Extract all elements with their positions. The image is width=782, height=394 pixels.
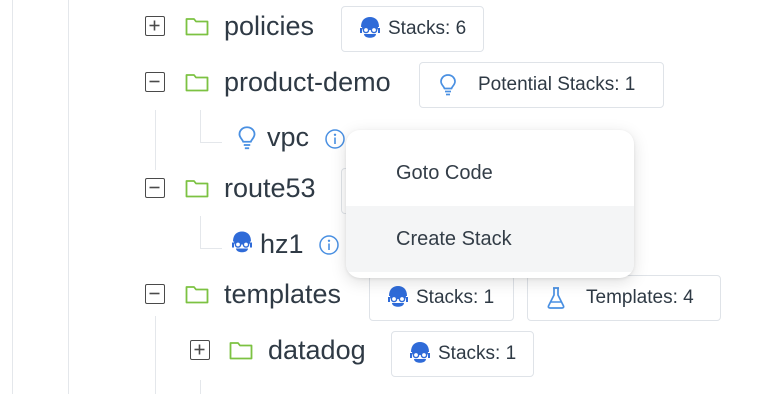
tree-guide-line [12, 0, 13, 394]
folder-icon [185, 286, 209, 304]
tree-guide-line [155, 110, 156, 170]
stack-avatar-icon [230, 230, 254, 258]
templates-badge[interactable]: Templates: 4 [527, 275, 721, 321]
tree-label-vpc[interactable]: vpc [267, 121, 309, 153]
stacks-badge-templates[interactable]: Stacks: 1 [369, 275, 514, 321]
tree-guide-line [200, 216, 201, 248]
expand-toggle-datadog[interactable] [190, 340, 210, 360]
badge-label: Potential Stacks: 1 [478, 74, 636, 95]
lightbulb-icon [238, 126, 256, 150]
lightbulb-icon [436, 72, 460, 98]
tree-label-datadog[interactable]: datadog [268, 334, 366, 366]
tree-label-hz1[interactable]: hz1 [260, 228, 304, 260]
collapse-toggle-templates[interactable] [145, 284, 165, 304]
tree-guide-line [200, 248, 222, 249]
stack-avatar-icon [408, 341, 432, 367]
tree-guide-line [200, 380, 201, 394]
stack-avatar-icon [358, 16, 382, 42]
tree-label-policies[interactable]: policies [224, 10, 314, 42]
plus-icon [194, 344, 205, 355]
folder-icon [229, 342, 253, 360]
info-icon[interactable] [324, 128, 346, 150]
tree-guide-line [200, 110, 201, 142]
menu-item-label: Goto Code [396, 161, 493, 184]
tree-guide-line [155, 316, 156, 394]
stacks-badge-datadog[interactable]: Stacks: 1 [391, 331, 534, 377]
minus-icon [149, 292, 160, 295]
badge-label: Stacks: 1 [416, 287, 495, 308]
tree-label-route53[interactable]: route53 [224, 172, 316, 204]
collapse-toggle-product-demo[interactable] [145, 72, 165, 92]
info-icon[interactable] [318, 234, 340, 256]
stacks-badge-policies[interactable]: Stacks: 6 [341, 6, 484, 52]
minus-icon [149, 80, 160, 83]
expand-toggle-policies[interactable] [145, 16, 165, 36]
collapse-toggle-route53[interactable] [145, 178, 165, 198]
minus-icon [149, 186, 160, 189]
badge-label: Templates: 4 [586, 287, 694, 308]
menu-item-goto-code[interactable]: Goto Code [346, 140, 634, 206]
plus-icon [149, 20, 160, 31]
menu-item-label: Create Stack [396, 227, 512, 250]
stack-avatar-icon [386, 285, 410, 311]
badge-label: Stacks: 1 [438, 343, 517, 364]
folder-icon [185, 74, 209, 92]
folder-icon [185, 18, 209, 36]
tree-label-templates[interactable]: templates [224, 278, 341, 310]
menu-item-create-stack[interactable]: Create Stack [346, 206, 634, 272]
context-menu: Goto Code Create Stack [346, 130, 634, 278]
tree-label-product-demo[interactable]: product-demo [224, 66, 391, 98]
tree-guide-line [200, 142, 222, 143]
badge-label: Stacks: 6 [388, 18, 467, 39]
tree-guide-line [68, 0, 69, 394]
potential-stacks-badge[interactable]: Potential Stacks: 1 [419, 62, 664, 108]
flask-icon [544, 285, 568, 311]
folder-icon [185, 180, 209, 198]
